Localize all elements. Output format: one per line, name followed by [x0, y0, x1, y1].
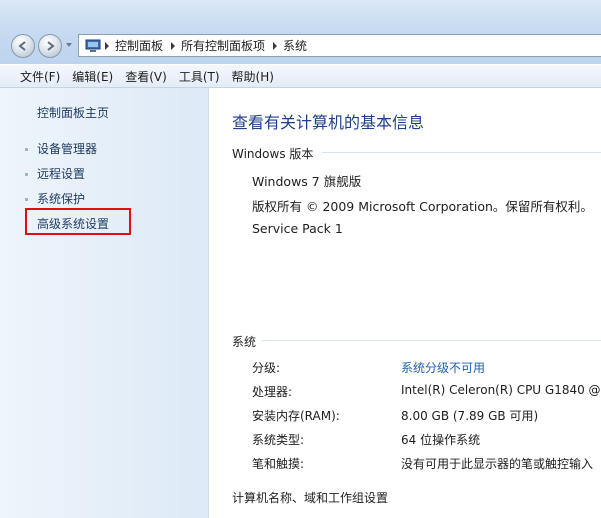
control-panel-icon	[85, 39, 101, 52]
processor-label: 处理器:	[252, 385, 293, 399]
breadcrumb-arrow-icon[interactable]	[171, 41, 176, 50]
menu-edit[interactable]: 编辑(E)	[66, 68, 119, 85]
breadcrumb-system[interactable]: 系统	[283, 37, 307, 54]
windows-edition: Windows 7 旗舰版	[252, 174, 362, 189]
computer-name-heading: 计算机名称、域和工作组设置	[232, 491, 389, 505]
system-heading: 系统	[232, 335, 257, 349]
menu-bar: 文件(F) 编辑(E) 查看(V) 工具(T) 帮助(H)	[0, 65, 601, 88]
address-bar[interactable]: 控制面板 所有控制面板项 系统	[78, 34, 601, 57]
menu-file[interactable]: 文件(F)	[14, 68, 66, 85]
menu-view[interactable]: 查看(V)	[119, 68, 173, 85]
main-content: 查看有关计算机的基本信息 Windows 版本 Windows 7 旗舰版 版权…	[210, 88, 601, 518]
breadcrumb-arrow-icon[interactable]	[105, 41, 109, 50]
sidebar-item-remote-settings[interactable]: 远程设置	[37, 165, 85, 182]
breadcrumb-arrow-icon[interactable]	[273, 41, 278, 50]
pen-touch-label: 笔和触摸:	[252, 457, 305, 471]
section-divider	[262, 340, 601, 341]
back-button[interactable]	[11, 34, 35, 58]
copyright-text: 版权所有 © 2009 Microsoft Corporation。保留所有权利…	[252, 199, 593, 214]
menu-help[interactable]: 帮助(H)	[226, 68, 280, 85]
bullet-icon	[25, 173, 28, 176]
memory-label: 安装内存(RAM):	[252, 409, 340, 423]
back-arrow-icon	[18, 41, 26, 51]
task-pane: 控制面板主页 设备管理器 远程设置 系统保护 高级系统设置	[0, 88, 209, 518]
recent-pages-dropdown[interactable]	[66, 43, 72, 47]
forward-arrow-icon	[47, 41, 55, 51]
menu-tools[interactable]: 工具(T)	[173, 68, 226, 85]
page-title: 查看有关计算机的基本信息	[232, 113, 425, 132]
forward-button[interactable]	[38, 34, 62, 58]
windows-edition-heading: Windows 版本	[232, 147, 314, 161]
rating-link[interactable]: 系统分级不可用	[401, 359, 485, 376]
pen-touch-value: 没有可用于此显示器的笔或触控输入	[401, 457, 594, 471]
system-type-label: 系统类型:	[252, 433, 305, 447]
service-pack: Service Pack 1	[252, 221, 343, 236]
bullet-icon	[25, 148, 28, 151]
memory-value: 8.00 GB (7.89 GB 可用)	[401, 409, 539, 423]
rating-label: 分级:	[252, 361, 281, 375]
control-panel-home-link[interactable]: 控制面板主页	[37, 104, 109, 121]
breadcrumb-all-items[interactable]: 所有控制面板项	[181, 37, 265, 54]
sidebar-item-device-manager[interactable]: 设备管理器	[37, 140, 97, 157]
sidebar-item-system-protection[interactable]: 系统保护	[37, 190, 85, 207]
processor-value: Intel(R) Celeron(R) CPU G1840 @ 2	[401, 383, 601, 397]
section-divider	[322, 152, 601, 153]
title-bar: 控制面板 所有控制面板项 系统	[0, 0, 601, 64]
system-type-value: 64 位操作系统	[401, 433, 481, 447]
breadcrumb-control-panel[interactable]: 控制面板	[115, 37, 163, 54]
sidebar-item-advanced-system-settings[interactable]: 高级系统设置	[37, 215, 109, 232]
bullet-icon	[25, 198, 28, 201]
